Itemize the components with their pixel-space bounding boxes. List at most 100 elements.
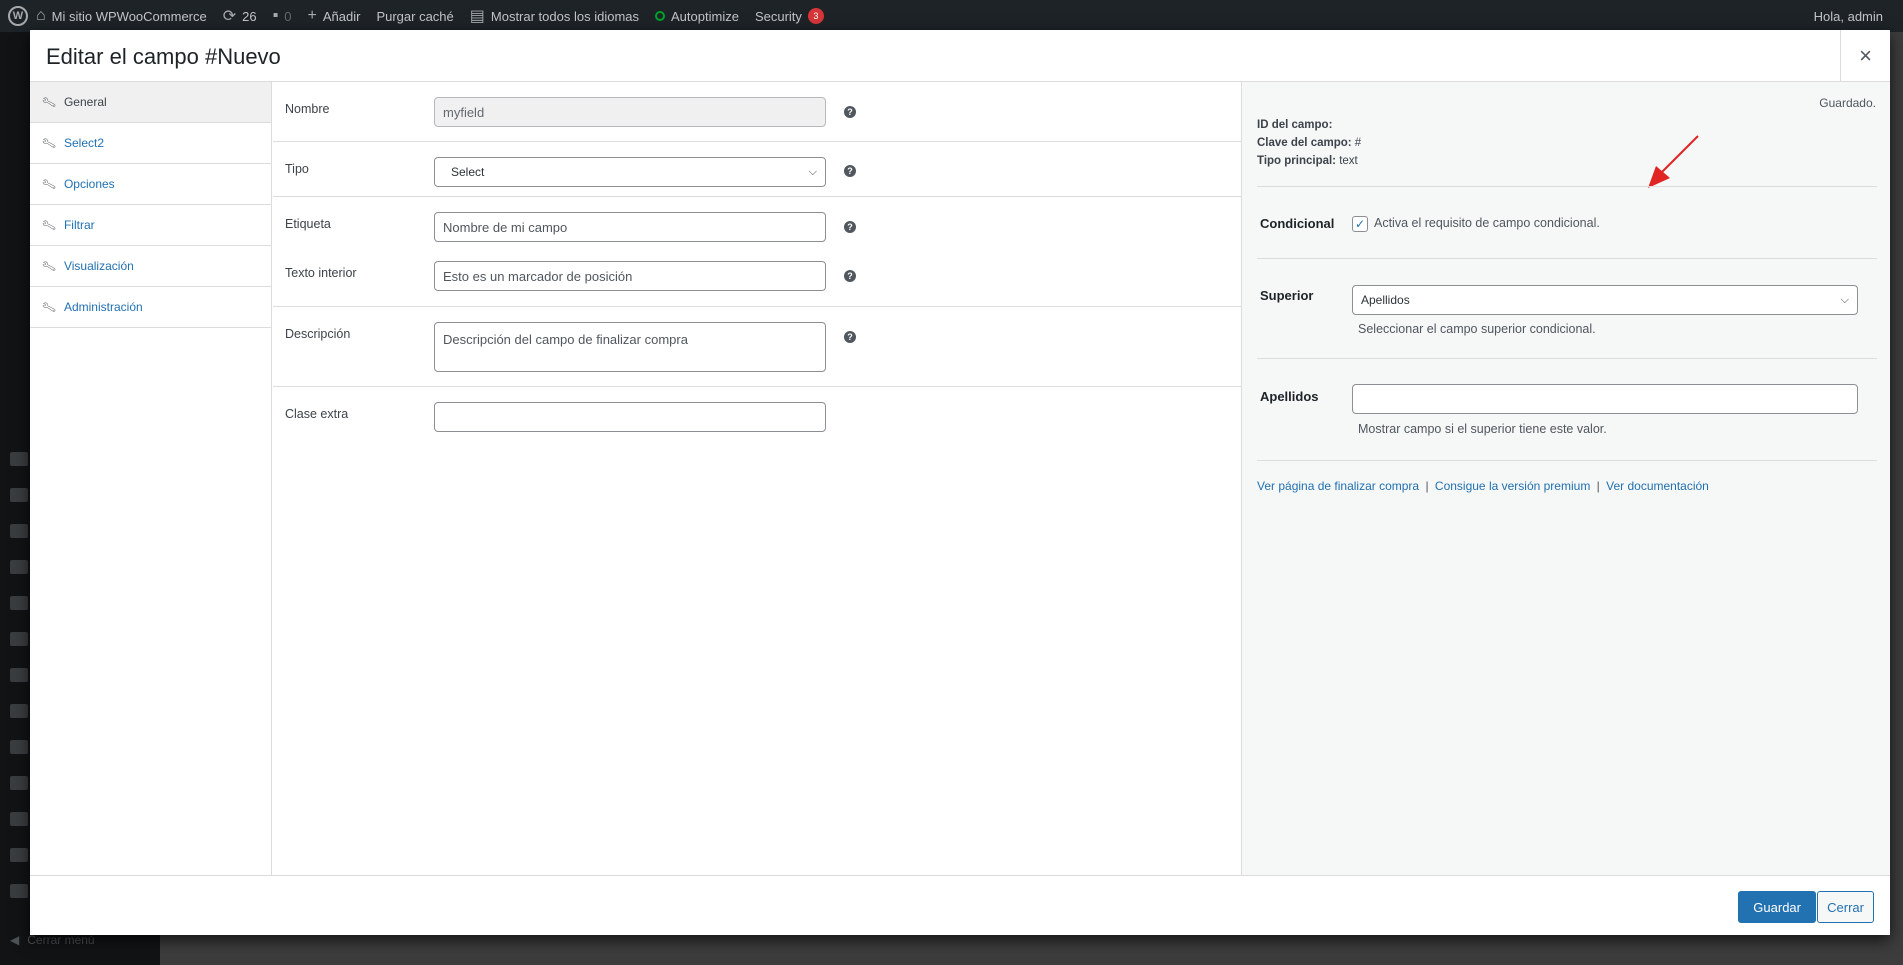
chevron-down-icon: ⌵ xyxy=(808,165,817,178)
updates-icon: ⟳ xyxy=(222,8,237,25)
tab-label: Visualización xyxy=(63,259,134,273)
collapse-menu[interactable]: ◀ Cerrar menú xyxy=(10,933,95,947)
field-key-label: Clave del campo: xyxy=(1257,137,1352,149)
add-new-link[interactable]: + Añadir xyxy=(300,0,369,32)
help-icon[interactable]: ? xyxy=(844,270,856,282)
close-icon[interactable]: × xyxy=(1840,30,1890,82)
menu-icon xyxy=(10,812,28,826)
autoptimize-link[interactable]: Autoptimize xyxy=(647,0,747,32)
wrench-icon: 🔧︎ xyxy=(40,299,58,316)
help-icon[interactable]: ? xyxy=(844,165,856,177)
tab-label: Administración xyxy=(63,300,143,314)
comments-count: 0 xyxy=(284,8,292,24)
get-premium-link[interactable]: Consigue la versión premium xyxy=(1435,479,1590,493)
menu-icon xyxy=(10,848,28,862)
translation-icon: ▤ xyxy=(469,8,485,25)
collapse-label: Cerrar menú xyxy=(27,933,95,947)
value-description: Mostrar campo si el superior tiene este … xyxy=(1358,422,1607,436)
tab-label: General xyxy=(63,95,107,109)
footer-links: Ver página de finalizar compra | Consigu… xyxy=(1257,479,1709,493)
add-new-label: Añadir xyxy=(322,8,361,24)
label-label: Etiqueta xyxy=(285,217,331,231)
parent-description: Seleccionar el campo superior condiciona… xyxy=(1358,322,1596,336)
admin-bar: W ⌂ Mi sitio WPWooCommerce ⟳ 26 ▪ 0 + Añ… xyxy=(0,0,1903,32)
languages-label: Mostrar todos los idiomas xyxy=(490,8,640,24)
type-select[interactable]: Select ⌵ xyxy=(434,157,826,187)
field-type-label: Tipo principal: xyxy=(1257,155,1337,167)
menu-icon xyxy=(10,632,28,646)
parent-select[interactable]: Apellidos ⌵ xyxy=(1352,285,1858,315)
updates-link[interactable]: ⟳ 26 xyxy=(215,0,265,32)
updates-count: 26 xyxy=(242,8,257,24)
type-selected-value: Select xyxy=(451,165,485,179)
conditional-checkbox[interactable]: ✓ xyxy=(1352,216,1368,232)
value-input[interactable] xyxy=(1352,384,1858,414)
extra-class-label: Clase extra xyxy=(285,407,349,421)
menu-icon xyxy=(10,704,28,718)
tab-administration[interactable]: 🔧︎ Administración xyxy=(30,287,271,328)
help-icon[interactable]: ? xyxy=(844,106,856,118)
plus-icon: + xyxy=(307,7,317,24)
save-button[interactable]: Guardar xyxy=(1738,891,1816,923)
description-textarea[interactable]: Descripción del campo de finalizar compr… xyxy=(434,322,826,372)
collapse-icon: ◀ xyxy=(10,933,20,947)
type-label: Tipo xyxy=(285,162,309,176)
menu-icon xyxy=(10,560,28,574)
divider xyxy=(1257,186,1877,187)
tab-select2[interactable]: 🔧︎ Select2 xyxy=(30,123,271,164)
field-key: Clave del campo: # xyxy=(1257,137,1361,149)
tab-label: Select2 xyxy=(63,136,104,150)
placeholder-input[interactable]: Esto es un marcador de posición xyxy=(434,261,826,291)
conditional-text: Activa el requisito de campo condicional… xyxy=(1374,216,1600,230)
divider xyxy=(1257,460,1877,461)
field-form: Nombre myfield ? Tipo Select ⌵ ? Etiquet… xyxy=(273,82,1241,875)
saved-status: Guardado. xyxy=(1819,96,1876,110)
form-row-extra-class: Clase extra xyxy=(273,387,1241,447)
purge-cache-link[interactable]: Purgar caché xyxy=(368,0,461,32)
form-row-label-placeholder: Etiqueta Nombre de mi campo ? Texto inte… xyxy=(273,197,1241,307)
field-tabs: 🔧︎ General 🔧︎ Select2 🔧︎ Opciones 🔧︎ Fil… xyxy=(30,82,272,875)
parent-selected-value: Apellidos xyxy=(1361,293,1410,307)
menu-icon xyxy=(10,776,28,790)
red-arrow-icon xyxy=(1648,135,1699,188)
security-badge: 3 xyxy=(807,8,824,24)
menu-icon xyxy=(10,884,28,898)
modal-footer: Guardar Cerrar xyxy=(30,875,1890,935)
name-input[interactable]: myfield xyxy=(434,97,826,127)
name-label: Nombre xyxy=(285,102,330,116)
account-link[interactable]: Hola, admin xyxy=(1806,0,1891,32)
tab-options[interactable]: 🔧︎ Opciones xyxy=(30,164,271,205)
comments-link[interactable]: ▪ 0 xyxy=(265,0,300,32)
placeholder-label: Texto interior xyxy=(285,266,357,280)
link-separator: | xyxy=(1425,479,1429,493)
tab-label: Filtrar xyxy=(63,218,95,232)
edit-field-modal: Editar el campo #Nuevo × 🔧︎ General 🔧︎ S… xyxy=(30,30,1890,935)
purge-cache-label: Purgar caché xyxy=(376,8,454,24)
languages-link[interactable]: ▤ Mostrar todos los idiomas xyxy=(462,0,647,32)
wordpress-logo-icon[interactable]: W xyxy=(8,6,28,26)
wrench-icon: 🔧︎ xyxy=(40,217,58,234)
view-docs-link[interactable]: Ver documentación xyxy=(1606,479,1709,493)
field-id: ID del campo: xyxy=(1257,119,1332,131)
value-label: Apellidos xyxy=(1260,389,1319,404)
menu-icon xyxy=(10,596,28,610)
security-link[interactable]: Security 3 xyxy=(747,0,832,32)
status-dot-icon xyxy=(655,11,666,21)
conditional-panel: Guardado. ID del campo: Clave del campo:… xyxy=(1241,82,1890,875)
wrench-icon: 🔧︎ xyxy=(40,135,58,152)
menu-icon xyxy=(10,524,28,538)
label-input[interactable]: Nombre de mi campo xyxy=(434,212,826,242)
extra-class-input[interactable] xyxy=(434,402,826,432)
view-checkout-link[interactable]: Ver página de finalizar compra xyxy=(1257,479,1419,493)
tab-general[interactable]: 🔧︎ General xyxy=(30,82,271,123)
tab-display[interactable]: 🔧︎ Visualización xyxy=(30,246,271,287)
tab-label: Opciones xyxy=(63,177,115,191)
site-name: Mi sitio WPWooCommerce xyxy=(51,8,207,24)
tab-filter[interactable]: 🔧︎ Filtrar xyxy=(30,205,271,246)
greeting: Hola, admin xyxy=(1813,8,1883,24)
close-button[interactable]: Cerrar xyxy=(1817,891,1874,923)
help-icon[interactable]: ? xyxy=(844,221,856,233)
menu-icon xyxy=(10,452,28,466)
help-icon[interactable]: ? xyxy=(844,331,856,343)
site-name-link[interactable]: ⌂ Mi sitio WPWooCommerce xyxy=(28,0,215,32)
